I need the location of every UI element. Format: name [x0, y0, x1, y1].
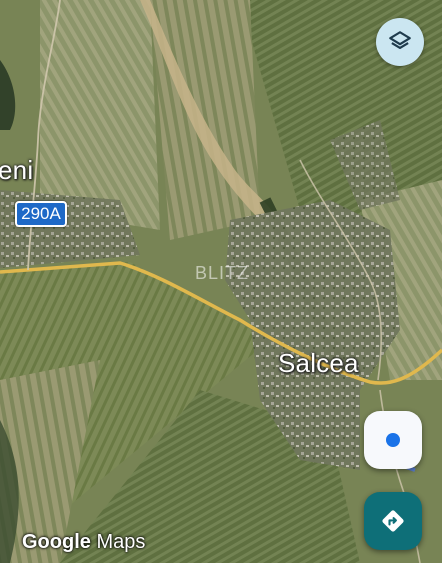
watermark: BLITZ: [195, 263, 250, 283]
my-location-button[interactable]: [364, 411, 422, 469]
attribution-google: Google: [22, 531, 91, 553]
town-label-eni: eni: [0, 155, 34, 185]
directions-icon: [382, 510, 404, 532]
layers-button[interactable]: [376, 18, 424, 66]
my-location-icon: [386, 433, 400, 447]
town-label-salcea[interactable]: Salcea: [278, 348, 359, 379]
google-maps-attribution: Google Maps: [22, 531, 145, 554]
attribution-maps: Maps: [96, 531, 146, 553]
directions-button[interactable]: [364, 492, 422, 550]
layers-icon: [389, 31, 411, 50]
route-shield-290a: 290A: [15, 201, 67, 227]
